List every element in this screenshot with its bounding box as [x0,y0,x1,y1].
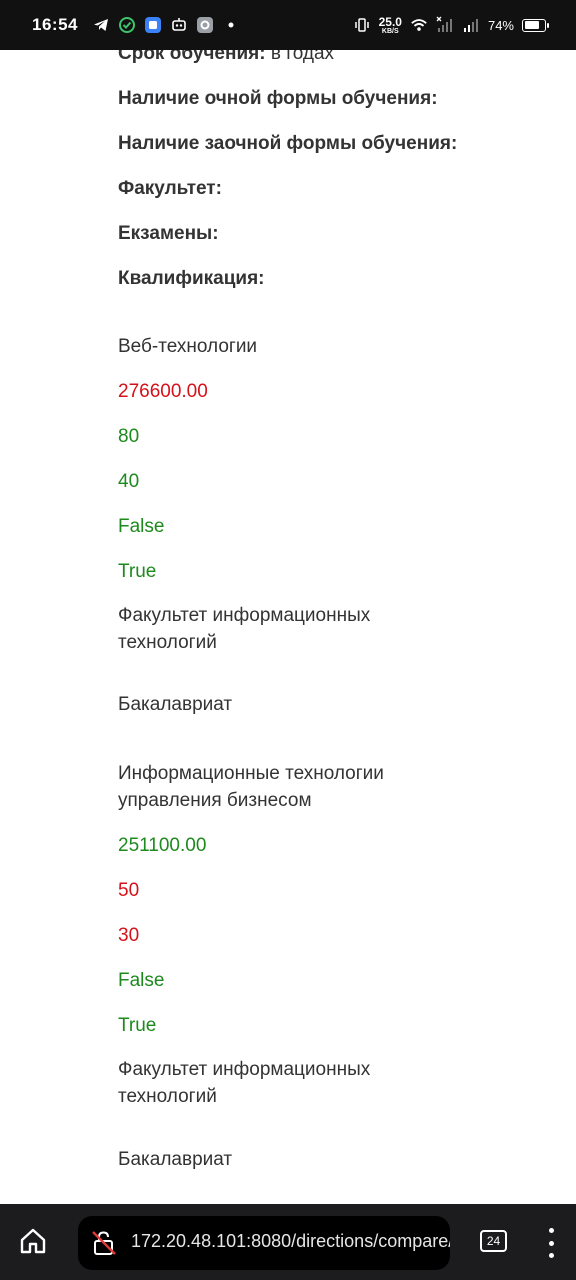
battery-fill [524,21,539,29]
menu-icon[interactable] [544,1228,558,1258]
direction-2-contract: 30 [118,925,140,946]
tabs-button[interactable]: 24 [480,1230,507,1252]
direction-1-faculty-line1: Факультет информационных [118,605,371,626]
robot-icon [170,16,188,34]
direction-2-fulltime: False [118,970,165,991]
direction-2-price: 251100.00 [118,835,207,856]
qualification-label: Квалификация: [118,268,265,289]
fulltime-label: Наличие очной формы обучения: [118,88,438,109]
direction-2-parttime: True [118,1015,157,1036]
status-left: 16:54 [32,15,240,35]
signal-icon [462,16,480,34]
direction-1-price: 276600.00 [118,381,208,402]
check-circle-icon [118,16,136,34]
network-speed-value: 25.0 [378,14,402,29]
menu-dot [548,1253,554,1258]
app-notification-icon [144,16,162,34]
status-right: 25.0 KB/S 74% [353,16,549,35]
direction-2-faculty-line2: технологий [118,1086,217,1107]
direction-1-parttime: True [118,561,157,582]
direction-1-qualification: Бакалавриат [118,694,233,715]
direction-1-faculty-line2: технологий [118,632,217,653]
settings-app-icon [196,16,214,34]
not-secure-lock-icon[interactable] [90,1229,118,1257]
direction-1-fulltime: False [118,516,165,537]
battery-icon [522,18,549,32]
network-speed-unit: KB/S [381,27,399,35]
direction-2-name-line1: Информационные технологии [118,763,384,784]
signal-no-service-icon [436,16,454,34]
direction-1-contract: 40 [118,471,140,492]
exams-label: Екзамены: [118,223,219,244]
status-time: 16:54 [32,15,78,34]
status-bar: 16:54 25.0 KB/S 74% [0,0,576,50]
menu-dot [548,1240,554,1246]
direction-2-name-line2: управления бизнесом [118,790,312,811]
address-bar[interactable]: 172.20.48.101:8080/directions/compare/1/… [78,1216,450,1270]
direction-2-qualification: Бакалавриат [118,1149,233,1170]
battery-percent: 74% [487,17,514,33]
direction-2-faculty-line1: Факультет информационных [118,1059,371,1080]
home-button[interactable] [18,1226,48,1256]
wifi-icon [410,16,428,34]
url-text[interactable]: 172.20.48.101:8080/directions/compare/1/… [131,1231,450,1252]
more-notifications-dot-icon [222,16,240,34]
network-speed: 25.0 KB/S [379,16,402,35]
direction-2-budget: 50 [118,880,140,901]
parttime-label: Наличие заочной формы обучения: [118,133,458,154]
telegram-icon [92,16,110,34]
home-icon [20,1228,46,1254]
faculty-label: Факультет: [118,178,222,199]
vibrate-icon [353,16,371,34]
direction-1-budget: 80 [118,426,140,447]
browser-bottom-bar: 172.20.48.101:8080/directions/compare/1/… [0,1204,576,1280]
menu-dot [548,1228,554,1233]
direction-1-name: Веб-технологии [118,336,258,357]
